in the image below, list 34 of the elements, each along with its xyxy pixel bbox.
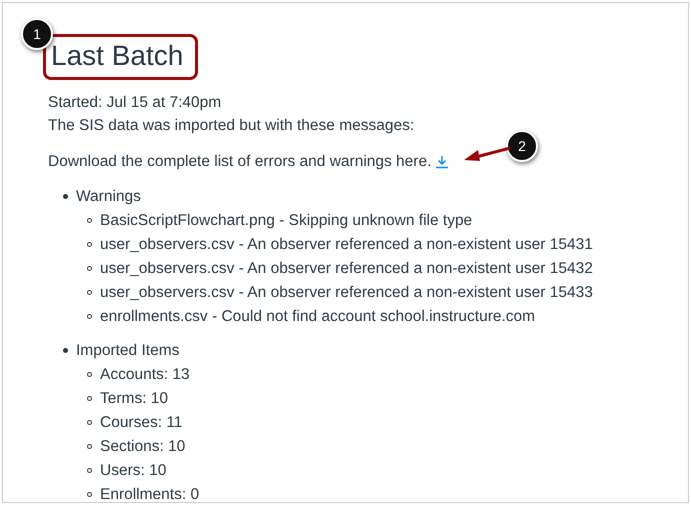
- list-item: Courses: 11: [100, 414, 182, 431]
- list-item: user_observers.csv - An observer referenced a non-existent user 15431: [100, 236, 593, 253]
- bullet-icon: [87, 492, 92, 498]
- message-text: The SIS data was imported but with these messages:: [47, 116, 416, 136]
- callout-badge: 1: [21, 18, 53, 50]
- arrow: [464, 146, 510, 161]
- list-item: user_observers.csv - An observer referenced a non-existent user 15432: [100, 260, 593, 277]
- bullet-icon: [87, 396, 92, 402]
- list-item: BasicScriptFlowchart.png - Skipping unknown file type: [100, 212, 472, 229]
- list-item: Terms: 10: [100, 390, 168, 407]
- bullet-icon: [63, 348, 68, 354]
- bullet-icon: [87, 242, 92, 248]
- section-heading: Warnings: [76, 188, 141, 205]
- callout-badge: 2: [506, 130, 538, 162]
- bullet-icon: [87, 468, 92, 474]
- bullet-icon: [87, 444, 92, 450]
- bullet-icon: [87, 218, 92, 224]
- bullet-icon: [87, 372, 92, 378]
- list-item: enrollments.csv - Could not find account school.instructure.com: [100, 308, 536, 325]
- download-icon[interactable]: [435, 154, 450, 168]
- list-item: Accounts: 13: [100, 366, 190, 383]
- list-item: Sections: 10: [100, 438, 186, 455]
- bullet-icon: [87, 314, 92, 320]
- bullet-icon: [63, 194, 68, 200]
- started-text: Started: Jul 15 at 7:40pm: [47, 93, 222, 113]
- list-item: Enrollments: 0: [100, 486, 200, 502]
- page-title: Last Batch: [51, 39, 184, 73]
- section-heading: Imported Items: [76, 342, 180, 359]
- list-item: Users: 10: [100, 462, 166, 479]
- list-item: user_observers.csv - An observer referenced a non-existent user 15433: [100, 284, 593, 301]
- download-text: Download the complete list of errors and warnings here.: [48, 152, 432, 172]
- bullet-icon: [87, 290, 92, 296]
- bullet-icon: [87, 420, 92, 426]
- bullet-icon: [87, 266, 92, 272]
